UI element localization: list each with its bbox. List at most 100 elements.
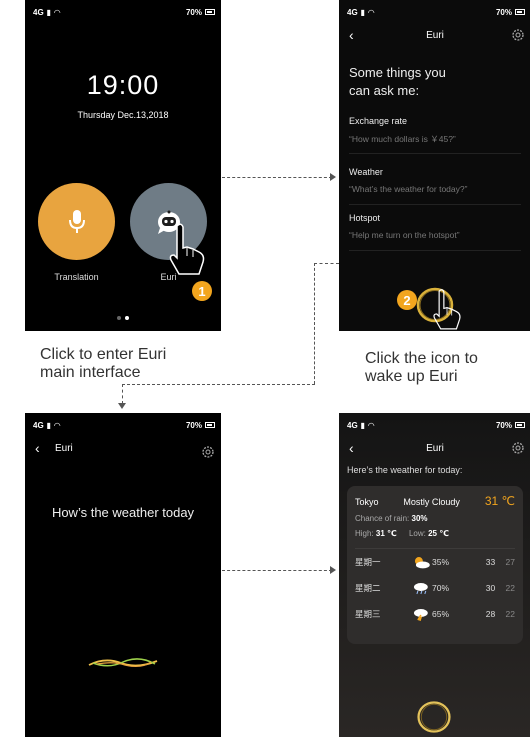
low-label: Low:: [408, 529, 426, 538]
network-label: 4G: [347, 420, 358, 430]
high-low: High: 31 ℃ Low: 25 ℃: [355, 529, 515, 538]
forecast-row: 星期一 35% 33 27: [355, 549, 515, 575]
signal-icon: ▮: [360, 7, 366, 17]
step-badge-1: 1: [192, 281, 212, 301]
header: ‹ Euri: [339, 441, 530, 459]
rain-value: 30%: [411, 514, 428, 523]
forecast-low: 22: [505, 609, 516, 619]
arrow-right-icon: [330, 173, 336, 181]
connector-line: [314, 263, 339, 264]
tap-hand-icon: [433, 289, 461, 330]
suggestion-item[interactable]: Weather “What’s the weather for today?”: [349, 167, 521, 205]
signal-icon: ▮: [46, 7, 52, 17]
suggestion-topic: Weather: [349, 167, 383, 177]
wifi-icon: ◠: [368, 420, 375, 430]
connector-line: [222, 177, 332, 178]
forecast-low: 27: [505, 557, 516, 567]
page-dot: [117, 316, 121, 320]
condition: Mostly Cloudy: [403, 497, 460, 507]
page-title: Euri: [426, 30, 444, 41]
step1-caption: Click to enter Euri main interface: [40, 346, 166, 382]
rain-icon: [414, 583, 429, 595]
signal-icon: ▮: [360, 420, 366, 430]
connector-line: [314, 263, 315, 384]
connector-line: [222, 570, 332, 571]
forecast-day: 星期一: [355, 557, 381, 567]
suggestion-example: “How much dollars is ￥45?”: [349, 134, 456, 144]
forecast-rain: 35%: [432, 557, 450, 567]
battery-icon: [515, 422, 525, 428]
voice-wave-icon: [88, 658, 158, 668]
status-bar: 4G ▮ ◠ 70%: [347, 419, 525, 431]
weather-card: Tokyo Mostly Cloudy 31 ℃ Chance of rain:…: [347, 486, 523, 644]
battery-icon: [515, 9, 525, 15]
forecast-row: 星期二 70% 30 22: [355, 575, 515, 601]
battery-icon: [205, 9, 215, 15]
suggestion-topic: Exchange rate: [349, 116, 408, 126]
heading-line-1: Some things you: [349, 65, 446, 80]
battery-icon: [205, 422, 215, 428]
arrow-down-icon: [118, 403, 126, 409]
header: ‹ Euri: [25, 441, 221, 459]
gear-icon[interactable]: [201, 445, 215, 459]
wifi-icon: ◠: [54, 420, 61, 430]
rain-label: Chance of rain:: [355, 514, 410, 523]
low-value: 25 ℃: [428, 529, 449, 538]
battery-label: 70%: [185, 420, 202, 430]
weather-result-screen: 4G ▮ ◠ 70% ‹ Euri Here’s the weather for t…: [339, 413, 530, 737]
arrow-right-icon: [330, 566, 336, 574]
listening-screen: 4G ▮ ◠ 70% ‹ Euri How’s the weather today: [25, 413, 221, 737]
status-bar: 4G ▮ ◠ 70%: [33, 419, 215, 431]
battery-label: 70%: [495, 7, 512, 17]
forecast-day: 星期二: [355, 583, 381, 593]
suggestion-example: “Help me turn on the hotspot”: [349, 230, 460, 240]
back-chevron-icon[interactable]: ‹: [35, 441, 40, 455]
translation-label: Translation: [54, 272, 99, 282]
gear-icon[interactable]: [511, 28, 525, 42]
current-temp: 31 ℃: [484, 494, 515, 508]
forecast-high: 30: [485, 583, 496, 593]
status-bar: 4G ▮ ◠ 70%: [33, 6, 215, 18]
suggestion-item[interactable]: Exchange rate “How much dollars is ￥45?”: [349, 116, 521, 154]
wake-ring-icon[interactable]: [414, 697, 454, 737]
clock: 19:00: [86, 70, 160, 100]
status-bar: 4G ▮ ◠ 70%: [347, 6, 525, 18]
caption-line: main interface: [40, 364, 141, 381]
page-indicator: [117, 316, 129, 320]
weather-intro: Here’s the weather for today:: [347, 465, 463, 475]
voice-query-text: How’s the weather today: [51, 505, 195, 520]
forecast-day: 星期三: [355, 609, 381, 619]
suggestion-example: “What’s the weather for today?”: [349, 184, 468, 194]
signal-icon: ▮: [46, 420, 52, 430]
wifi-icon: ◠: [368, 7, 375, 17]
suggestions-heading: Some things you can ask me:: [349, 64, 446, 100]
high-label: High:: [355, 529, 374, 538]
microphone-icon: [68, 209, 85, 233]
forecast-high: 33: [485, 557, 496, 567]
caption-line: Click the icon to: [365, 350, 478, 367]
wifi-icon: ◠: [54, 7, 61, 17]
thunderstorm-icon: [414, 609, 429, 621]
home-screen: 4G ▮ ◠ 70% 19:00 Thursday Dec.13,2018 Tran…: [25, 0, 221, 331]
forecast-row: 星期三 65% 28 22: [355, 601, 515, 627]
step-badge-2: 2: [397, 290, 417, 310]
rain-chance: Chance of rain: 30%: [355, 514, 515, 523]
tap-hand-icon: [169, 223, 205, 275]
translation-button[interactable]: [38, 183, 115, 260]
gear-icon[interactable]: [511, 441, 525, 455]
network-label: 4G: [347, 7, 358, 17]
suggestions-screen: 4G ▮ ◠ 70% ‹ Euri Some things you can ask …: [339, 0, 530, 331]
forecast-rain: 65%: [432, 609, 450, 619]
heading-line-2: can ask me:: [349, 83, 420, 98]
suggestion-topic: Hotspot: [349, 213, 381, 223]
caption-line: Click to enter Euri: [40, 346, 167, 363]
caption-line: wake up Euri: [365, 368, 458, 385]
date: Thursday Dec.13,2018: [77, 110, 169, 120]
page-title: Euri: [426, 443, 444, 454]
page-dot-active: [125, 316, 129, 320]
connector-line: [122, 384, 123, 404]
forecast-low: 22: [505, 583, 516, 593]
connector-line: [122, 384, 315, 385]
suggestion-item[interactable]: Hotspot “Help me turn on the hotspot”: [349, 213, 521, 251]
forecast-high: 28: [485, 609, 496, 619]
